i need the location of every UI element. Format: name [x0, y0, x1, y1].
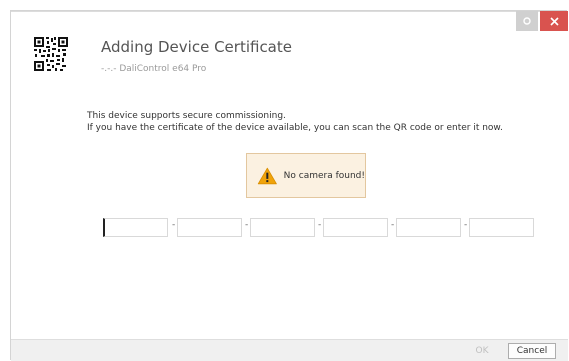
field-separator: - — [245, 220, 249, 230]
warning-triangle-icon — [257, 167, 277, 184]
field-separator: - — [318, 220, 322, 230]
field-separator: - — [391, 220, 395, 230]
settings-button[interactable] — [516, 11, 538, 31]
description-text: This device supports secure commissionin… — [87, 110, 503, 134]
warning-message: No camera found! — [283, 170, 365, 181]
window-border — [11, 11, 568, 12]
dialog-window: Adding Device Certificate -.-.- DaliCont… — [10, 10, 568, 361]
description-line-1: This device supports secure commissionin… — [87, 111, 286, 121]
camera-warning-box: No camera found! — [246, 153, 366, 198]
description-line-2: If you have the certificate of the devic… — [87, 123, 503, 133]
certificate-field-5[interactable] — [396, 218, 461, 237]
gear-icon — [523, 17, 531, 25]
cancel-button[interactable]: Cancel — [508, 343, 556, 359]
certificate-field-2[interactable] — [177, 218, 242, 237]
certificate-field-4[interactable] — [323, 218, 388, 237]
dialog-footer: OK Cancel — [11, 339, 568, 361]
qr-code-icon — [33, 36, 69, 72]
ok-button[interactable]: OK — [463, 343, 501, 359]
certificate-field-1[interactable] — [103, 218, 168, 237]
certificate-field-6[interactable] — [469, 218, 534, 237]
close-icon — [549, 16, 559, 26]
dialog-title: Adding Device Certificate — [101, 38, 292, 56]
certificate-field-3[interactable] — [250, 218, 315, 237]
close-button[interactable] — [540, 11, 568, 31]
field-separator: - — [172, 220, 176, 230]
field-separator: - — [464, 220, 468, 230]
device-name: -.-.- DaliControl e64 Pro — [101, 64, 207, 74]
